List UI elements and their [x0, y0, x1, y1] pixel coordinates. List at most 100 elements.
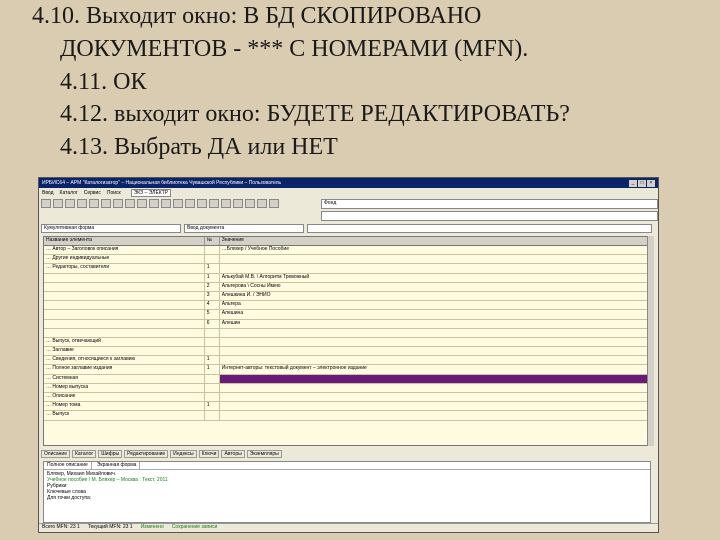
- table-cell[interactable]: Альтера: [220, 301, 652, 310]
- tool-button[interactable]: [257, 199, 267, 208]
- table-cell[interactable]: 4: [205, 301, 220, 310]
- table-row[interactable]: 2 Альтерова \ Сосны Имею: [44, 282, 652, 292]
- tool-button[interactable]: [89, 199, 99, 208]
- table-row[interactable]: 1 Алькубай М.В. \ Алгоритм Тревожный: [44, 273, 652, 283]
- table-cell[interactable]: [205, 411, 220, 420]
- tab[interactable]: Авторы: [221, 450, 245, 458]
- search-field[interactable]: [321, 211, 658, 221]
- tool-button[interactable]: [221, 199, 231, 208]
- minimize-icon[interactable]: _: [629, 179, 637, 187]
- tool-button[interactable]: [209, 199, 219, 208]
- tab[interactable]: Описание: [41, 450, 71, 458]
- tool-button[interactable]: [113, 199, 123, 208]
- tool-button[interactable]: [197, 199, 207, 208]
- close-icon[interactable]: ×: [647, 179, 655, 187]
- tool-button[interactable]: [161, 199, 171, 208]
- maximize-icon[interactable]: □: [638, 179, 646, 187]
- table-cell[interactable]: [220, 411, 652, 420]
- database-select[interactable]: ЭКЗ – ЭЛЕКТР: [130, 188, 172, 197]
- record-select[interactable]: [307, 224, 652, 233]
- tool-button[interactable]: [101, 199, 111, 208]
- table-cell[interactable]: … Описание: [44, 393, 205, 402]
- table-row[interactable]: 6 Алешин: [44, 319, 652, 329]
- table-row[interactable]: 5 Алешина: [44, 310, 652, 320]
- tab[interactable]: Экземпляры: [246, 450, 282, 458]
- table-cell[interactable]: … Полное заглавие издания: [44, 365, 205, 374]
- menu-item[interactable]: Ввод: [42, 190, 54, 196]
- tool-button[interactable]: [41, 199, 51, 208]
- table-cell[interactable]: [44, 291, 205, 301]
- table-cell[interactable]: … Сведения, относящиеся к заглавию: [44, 356, 205, 365]
- menu-item[interactable]: Сервис: [84, 190, 101, 196]
- table-row[interactable]: … Номер тома 1: [44, 402, 652, 412]
- tab[interactable]: Шифры: [98, 450, 123, 458]
- table-cell[interactable]: …Бляхер / Учебное Пособие: [220, 246, 652, 255]
- table-cell[interactable]: [220, 264, 652, 273]
- table-row[interactable]: … Автор – Заголовок описания …Бляхер / Уч…: [44, 246, 652, 256]
- tool-button[interactable]: [125, 199, 135, 208]
- preview-tab[interactable]: Полное описание: [44, 462, 92, 469]
- table-cell[interactable]: [220, 328, 652, 337]
- table-cell[interactable]: Алешин: [220, 319, 652, 328]
- table-cell[interactable]: [205, 347, 220, 356]
- table-cell[interactable]: … Автор – Заголовок описания: [44, 246, 205, 255]
- search-field[interactable]: Фонд: [321, 199, 658, 209]
- tool-button[interactable]: [65, 199, 75, 208]
- table-cell[interactable]: 2: [205, 282, 220, 291]
- tool-button[interactable]: [77, 199, 87, 208]
- table-cell[interactable]: [205, 246, 220, 255]
- table-cell[interactable]: [220, 347, 652, 356]
- tool-button[interactable]: [137, 199, 147, 208]
- tool-button[interactable]: [185, 199, 195, 208]
- table-cell[interactable]: [205, 255, 220, 264]
- table-cell[interactable]: [220, 393, 652, 402]
- table-cell[interactable]: Алешина: [220, 310, 652, 319]
- table-row[interactable]: … Выпуск: [44, 411, 652, 421]
- table-cell[interactable]: [205, 393, 220, 402]
- table-cell[interactable]: 1: [205, 264, 220, 273]
- table-cell[interactable]: 1: [205, 273, 220, 282]
- tab[interactable]: Ключи: [198, 450, 220, 458]
- table-cell[interactable]: 5: [205, 310, 220, 319]
- tab[interactable]: Каталог: [72, 450, 97, 458]
- table-cell[interactable]: Алешкина И. / ЭНИО: [220, 291, 652, 301]
- table-cell[interactable]: [44, 301, 205, 310]
- table-cell[interactable]: [205, 337, 220, 347]
- table-cell[interactable]: Алькубай М.В. \ Алгоритм Тревожный: [220, 273, 652, 282]
- table-cell[interactable]: [220, 383, 652, 392]
- table-cell[interactable]: … Редакторы, составители: [44, 264, 205, 273]
- menu-item[interactable]: Поиск: [107, 190, 121, 196]
- table-cell[interactable]: [44, 310, 205, 319]
- tool-button[interactable]: [233, 199, 243, 208]
- table-cell[interactable]: [44, 282, 205, 291]
- table-cell[interactable]: [205, 328, 220, 337]
- table-row[interactable]: … Другие индивидуальные: [44, 255, 652, 265]
- form-select[interactable]: Кумулятивная форма: [41, 224, 181, 233]
- table-row[interactable]: 4 Альтера: [44, 301, 652, 311]
- table-cell[interactable]: … Другие индивидуальные: [44, 255, 205, 264]
- table-row[interactable]: [44, 328, 652, 338]
- worksheet-select[interactable]: Ввод документа: [184, 224, 304, 233]
- scrollbar[interactable]: [647, 236, 654, 446]
- table-cell[interactable]: [220, 255, 652, 264]
- menu-item[interactable]: Каталог: [60, 190, 78, 196]
- tool-button[interactable]: [173, 199, 183, 208]
- table-cell[interactable]: [220, 356, 652, 365]
- table-cell[interactable]: … Выпуск: [44, 411, 205, 420]
- tool-button[interactable]: [245, 199, 255, 208]
- table-cell[interactable]: Интернет-авторы: текстовый документ – эл…: [220, 365, 652, 374]
- table-cell[interactable]: 1: [205, 365, 220, 374]
- table-cell[interactable]: [44, 328, 205, 337]
- tool-button[interactable]: [269, 199, 279, 208]
- preview-tab[interactable]: Экранная форма: [94, 462, 141, 469]
- table-row[interactable]: … Описание: [44, 393, 652, 403]
- table-row[interactable]: … Полное заглавие издания 1 Интернет-автор…: [44, 365, 652, 375]
- table-cell[interactable]: [220, 337, 652, 347]
- table-cell[interactable]: Альтерова \ Сосны Имею: [220, 282, 652, 291]
- table-cell[interactable]: 3: [205, 291, 220, 301]
- table-cell[interactable]: [205, 383, 220, 392]
- tool-button[interactable]: [149, 199, 159, 208]
- table-cell[interactable]: … Системная: [44, 374, 205, 383]
- table-row[interactable]: … Номер выпуска: [44, 383, 652, 393]
- table-cell[interactable]: [44, 273, 205, 282]
